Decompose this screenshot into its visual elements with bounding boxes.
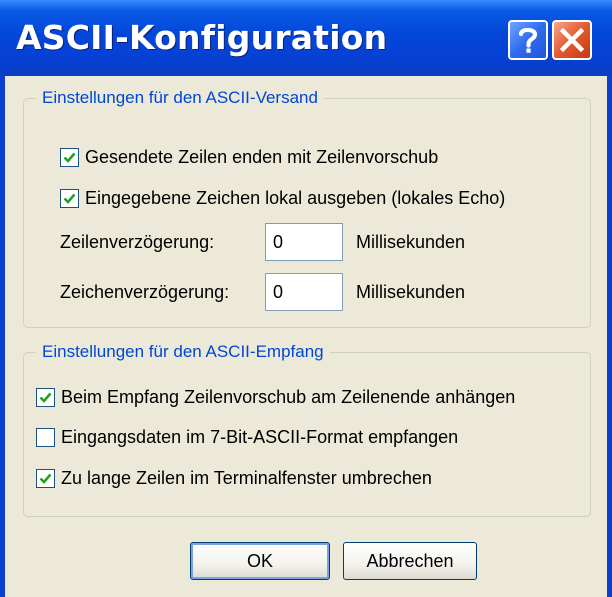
cancel-button[interactable]: Abbrechen (343, 542, 477, 580)
checkbox-label: Eingegebene Zeichen lokal ausgeben (loka… (85, 187, 506, 208)
dialog-window: ASCII-Konfiguration Einstellungen für de… (0, 0, 612, 597)
char-delay-label: Zeichenverzögerung: (60, 282, 230, 302)
checkbox-local-echo[interactable] (60, 188, 79, 208)
question-mark-icon (518, 27, 538, 53)
checkmark-icon (39, 392, 52, 403)
checkbox-receive-linefeed[interactable] (36, 387, 55, 407)
checkmark-icon (39, 473, 52, 484)
close-x-icon (559, 27, 585, 53)
send-settings-group: Einstellungen für den ASCII-Versand Gese… (23, 88, 591, 328)
checkbox-row-receive-linefeed[interactable]: Beim Empfang Zeilenvorschub am Zeilenend… (36, 386, 515, 408)
checkbox-label: Gesendete Zeilen enden mit Zeilenvorschu… (85, 146, 439, 167)
send-group-legend: Einstellungen für den ASCII-Versand (36, 88, 324, 108)
checkbox-row-send-linefeed[interactable]: Gesendete Zeilen enden mit Zeilenvorschu… (60, 146, 438, 168)
line-delay-unit: Millisekunden (356, 232, 466, 252)
checkbox-label: Eingangsdaten im 7-Bit-ASCII-Format empf… (61, 426, 459, 447)
receive-group-legend: Einstellungen für den ASCII-Empfang (36, 342, 330, 362)
checkmark-icon (63, 152, 76, 163)
line-delay-input[interactable]: 0 (265, 223, 343, 261)
checkbox-wrap-lines[interactable] (36, 468, 55, 488)
char-delay-unit: Millisekunden (356, 282, 466, 302)
checkbox-row-7bit-ascii[interactable]: Eingangsdaten im 7-Bit-ASCII-Format empf… (36, 426, 458, 448)
checkbox-label: Beim Empfang Zeilenvorschub am Zeilenend… (61, 386, 516, 407)
char-delay-input[interactable]: 0 (265, 273, 343, 311)
checkbox-7bit-ascii[interactable] (36, 427, 55, 447)
window-title: ASCII-Konfiguration (16, 18, 388, 57)
receive-settings-group: Einstellungen für den ASCII-Empfang Beim… (23, 342, 591, 517)
dialog-client-area: Einstellungen für den ASCII-Versand Gese… (5, 76, 607, 597)
ok-button[interactable]: OK (190, 542, 330, 580)
checkbox-send-linefeed[interactable] (60, 147, 79, 167)
close-button[interactable] (552, 20, 592, 60)
checkmark-icon (63, 193, 76, 204)
line-delay-label: Zeilenverzögerung: (60, 232, 215, 252)
title-bar[interactable]: ASCII-Konfiguration (0, 0, 612, 76)
help-button[interactable] (508, 20, 548, 60)
checkbox-row-wrap-lines[interactable]: Zu lange Zeilen im Terminalfenster umbre… (36, 467, 432, 489)
checkbox-row-local-echo[interactable]: Eingegebene Zeichen lokal ausgeben (loka… (60, 187, 505, 209)
checkbox-label: Zu lange Zeilen im Terminalfenster umbre… (61, 467, 432, 488)
